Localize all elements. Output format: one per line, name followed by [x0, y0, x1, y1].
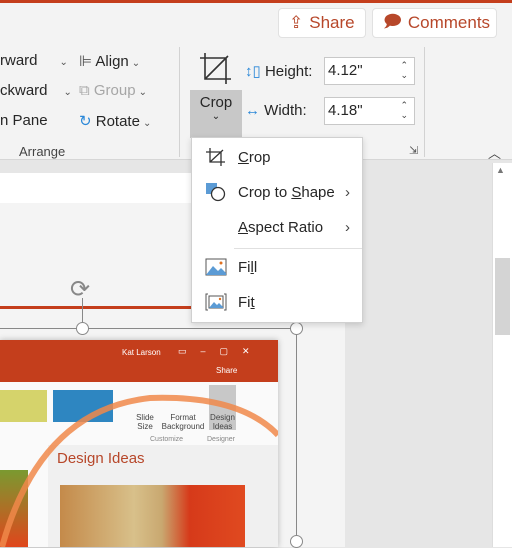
rotate-button[interactable]: ↻ Rotate ⌄ [79, 112, 151, 130]
rotate-handle-icon[interactable]: ⟳ [70, 275, 90, 304]
comments-button[interactable]: 🗩 Comments [372, 8, 497, 38]
height-input[interactable]: 4.12" ⌃ ⌄ [324, 57, 415, 85]
share-icon: ⇪ [289, 13, 304, 32]
selection-pane-button[interactable]: n Pane [0, 112, 48, 129]
align-icon: ⊫ [79, 53, 93, 70]
width-icon: ↔ [245, 102, 260, 119]
crop-icon [200, 53, 231, 84]
crop-to-shape-icon [206, 183, 226, 202]
size-dialog-launcher-icon[interactable]: ⇲ [409, 144, 418, 157]
resize-handle[interactable] [76, 322, 89, 335]
collapse-ribbon-icon[interactable]: ︿ [488, 143, 501, 162]
crop-button[interactable]: Crop ⌄ [190, 90, 242, 138]
menu-item-crop-to-shape[interactable]: Crop to Shape › [192, 175, 362, 209]
bring-forward-button[interactable]: rward ⌄ [0, 52, 68, 69]
menu-item-fill[interactable]: Fill [192, 250, 362, 284]
resize-handle[interactable] [290, 322, 303, 335]
scroll-up-icon[interactable]: ▲ [496, 165, 505, 175]
menu-item-aspect-ratio[interactable]: Aspect Ratio › [192, 210, 362, 244]
scrollbar-thumb[interactable] [495, 258, 510, 335]
group-icon: ⧉ [79, 82, 90, 99]
menu-item-fit[interactable]: Fit [192, 285, 362, 319]
width-label: ↔ Width: [245, 102, 307, 119]
rotate-icon: ↻ [79, 113, 92, 130]
embedded-screenshot: Kat Larson ▭–▢✕ Share Slide Size Format … [0, 340, 278, 547]
send-backward-button[interactable]: ckward ⌄ [0, 82, 72, 99]
menu-item-crop[interactable]: Crop [192, 140, 362, 174]
width-input[interactable]: 4.18" ⌃ ⌄ [324, 97, 415, 125]
crop-icon [206, 148, 225, 166]
align-button[interactable]: ⊫ Align ⌄ [79, 52, 140, 70]
arrange-group-label: Arrange [19, 144, 66, 159]
vertical-scrollbar[interactable]: ▲ [492, 163, 512, 547]
crop-dropdown-menu: Crop Crop to Shape › Aspect Ratio › Fill… [191, 137, 363, 323]
comment-icon: 🗩 [383, 11, 402, 31]
share-button[interactable]: ⇪ Share [278, 8, 366, 38]
fill-icon [205, 258, 227, 276]
fit-icon [205, 293, 227, 311]
menu-divider [234, 248, 362, 249]
chevron-right-icon: › [345, 218, 350, 236]
chevron-right-icon: › [345, 183, 350, 201]
height-icon: ↕▯ [245, 63, 261, 80]
height-label: ↕▯ Height: [245, 63, 313, 80]
resize-handle[interactable] [290, 535, 303, 548]
selection-border [0, 328, 296, 329]
group-button[interactable]: ⧉ Group ⌄ [79, 82, 147, 99]
